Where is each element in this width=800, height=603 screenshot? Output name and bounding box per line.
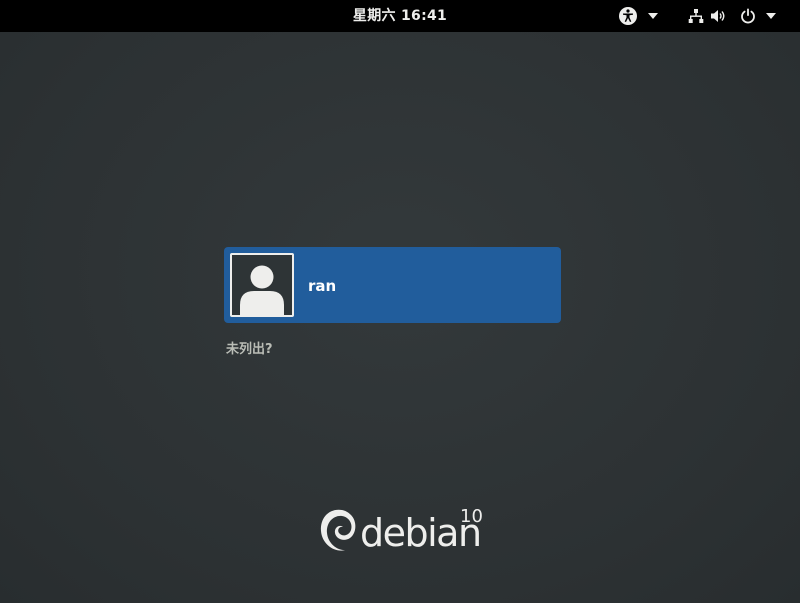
user-avatar-icon [230, 253, 294, 317]
chevron-down-icon [648, 13, 658, 19]
debian-version: 10 [460, 506, 483, 527]
user-list-item-ran[interactable]: ran [224, 247, 561, 323]
clock-label: 星期六 16:41 [352, 8, 448, 24]
debian-swirl-icon [320, 509, 356, 551]
accessibility-menu[interactable] [618, 0, 658, 32]
login-screen: 星期六 16:41 ran 未列出? debian 10 [0, 0, 800, 603]
debian-logo: debian 10 [316, 504, 496, 560]
clock[interactable]: 星期六 16:41 [0, 0, 800, 32]
volume-icon [710, 8, 726, 24]
accessibility-icon [618, 6, 638, 26]
user-name: ran [308, 277, 337, 295]
not-listed-button[interactable]: 未列出? [226, 338, 273, 357]
chevron-down-icon [766, 13, 776, 19]
network-wired-icon [688, 8, 704, 24]
system-menu[interactable] [688, 0, 776, 32]
top-bar: 星期六 16:41 [0, 0, 800, 32]
power-icon [740, 8, 756, 24]
